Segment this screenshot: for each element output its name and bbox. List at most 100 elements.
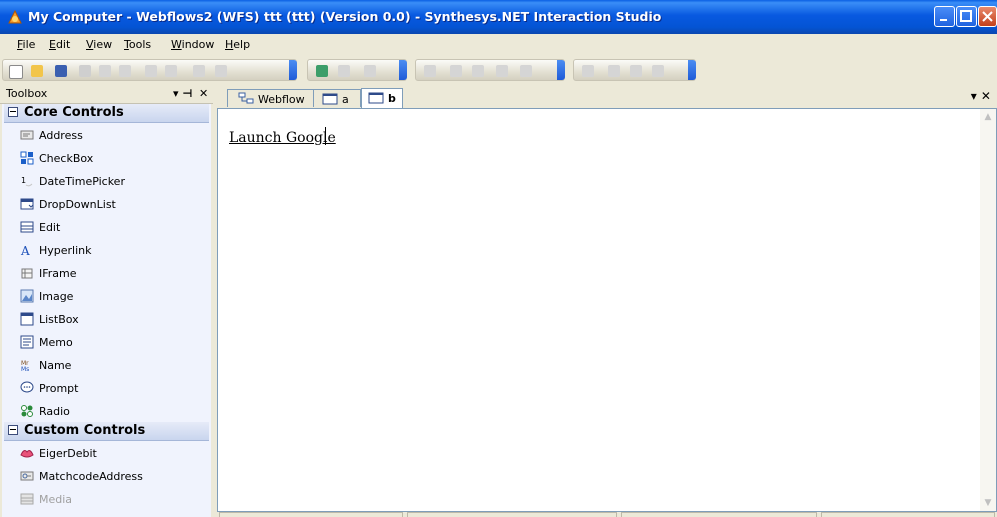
status-strip xyxy=(217,512,997,517)
page-icon xyxy=(322,93,338,105)
toolbox-item-label: CheckBox xyxy=(39,152,94,165)
section-custom-controls[interactable]: Custom Controls xyxy=(4,422,209,441)
toolbar-overflow-icon[interactable] xyxy=(399,60,407,80)
section-core-controls[interactable]: Core Controls xyxy=(4,104,209,123)
maximize-icon xyxy=(960,10,972,22)
check-icon[interactable] xyxy=(472,65,484,77)
section-label: Custom Controls xyxy=(24,423,146,438)
layout-icon[interactable] xyxy=(316,65,328,77)
svg-text:Ms: Ms xyxy=(21,366,29,372)
listbox-icon xyxy=(20,312,34,326)
menu-view[interactable]: View xyxy=(86,38,112,51)
zoom-in-icon[interactable] xyxy=(630,65,642,77)
cut-icon[interactable] xyxy=(79,65,91,77)
open-folder-icon[interactable] xyxy=(31,65,43,77)
tab-a[interactable]: a xyxy=(313,89,361,107)
collapse-icon[interactable] xyxy=(8,425,18,435)
svg-text:1: 1 xyxy=(21,176,26,185)
title-bar: My Computer - Webflows2 (WFS) ttt (ttt) … xyxy=(0,0,997,34)
minimize-button[interactable] xyxy=(934,6,955,27)
section-label: Core Controls xyxy=(24,105,124,120)
toolbox-item-label: MatchcodeAddress xyxy=(39,470,143,483)
debug-toolbar xyxy=(415,59,565,81)
dropdownlist-icon xyxy=(20,198,34,210)
toolbox-pin-icon[interactable]: ▾ ⊣ xyxy=(173,87,192,100)
zoom-out-icon[interactable] xyxy=(652,65,664,77)
refresh-icon[interactable] xyxy=(364,65,376,77)
grid-icon[interactable] xyxy=(608,65,620,77)
toolbar-overflow-icon[interactable] xyxy=(688,60,696,80)
scroll-down-icon[interactable]: ▼ xyxy=(980,495,996,511)
toolbox-panel: Toolbox ▾ ⊣ ✕ Core Controls Address Chec… xyxy=(0,86,217,517)
matchcodeaddress-icon xyxy=(20,471,34,481)
align-icon[interactable] xyxy=(338,65,350,77)
redo-icon[interactable] xyxy=(165,65,177,77)
menu-edit[interactable]: Edit xyxy=(49,38,70,51)
paste-icon[interactable] xyxy=(119,65,131,77)
scroll-up-icon[interactable]: ▲ xyxy=(980,109,996,125)
tab-b[interactable]: b xyxy=(361,88,403,108)
toolbar-overflow-icon[interactable] xyxy=(557,60,565,80)
vertical-scrollbar[interactable]: ▲ ▼ xyxy=(980,109,996,511)
tab-label: a xyxy=(342,93,349,106)
menu-tools[interactable]: Tools xyxy=(124,38,151,51)
document-tabs: Webflow a b ▾ ✕ xyxy=(217,86,997,108)
toolbox-body: Core Controls Address CheckBox 1 DateTim… xyxy=(2,104,211,517)
undo-icon[interactable] xyxy=(145,65,157,77)
toolbox-item-label: Media xyxy=(39,493,73,506)
page-icon xyxy=(368,92,384,104)
tab-label: Webflow xyxy=(258,93,305,106)
datetimepicker-icon: 1 xyxy=(21,176,33,187)
close-icon xyxy=(982,11,993,22)
window-title: My Computer - Webflows2 (WFS) ttt (ttt) … xyxy=(28,9,662,24)
toolbox-item-label: Address xyxy=(39,129,83,142)
view-toolbar xyxy=(573,59,696,81)
launch-google-link[interactable]: Launch Google xyxy=(229,130,336,146)
menu-bar: File Edit View Tools Window Help xyxy=(0,34,997,55)
toolbox-item-label: DateTimePicker xyxy=(39,175,125,188)
maximize-button[interactable] xyxy=(956,6,977,27)
toolbar-overflow-icon[interactable] xyxy=(289,60,297,80)
toolbox-header: Toolbox ▾ ⊣ ✕ xyxy=(0,86,213,104)
build-icon[interactable] xyxy=(424,65,436,77)
radio-icon xyxy=(21,405,33,417)
copy-icon[interactable] xyxy=(99,65,111,77)
status-cell xyxy=(219,512,403,517)
menu-help[interactable]: Help xyxy=(225,38,250,51)
minimize-icon xyxy=(940,19,947,21)
address-icon xyxy=(20,130,34,140)
document-area: Webflow a b ▾ ✕ Launch Google ▲ ▼ xyxy=(217,86,997,517)
undo-change-icon[interactable] xyxy=(496,65,508,77)
prompt-icon xyxy=(20,381,34,393)
toolbox-item-label: DropDownList xyxy=(39,198,116,211)
toolbox-item-label: IFrame xyxy=(39,267,77,280)
toolbar-row xyxy=(0,55,997,87)
toolbox-item-label: Hyperlink xyxy=(39,244,92,257)
toolbox-close-icon[interactable]: ✕ xyxy=(199,87,208,100)
iframe-icon xyxy=(21,268,33,279)
standard-toolbar xyxy=(2,59,297,81)
tab-menu-close-icon[interactable]: ▾ ✕ xyxy=(971,89,991,103)
app-icon xyxy=(8,9,22,24)
menu-window[interactable]: Window xyxy=(171,38,214,51)
close-button[interactable] xyxy=(978,6,997,27)
new-file-icon[interactable] xyxy=(9,65,23,79)
preview-icon[interactable] xyxy=(193,65,205,77)
status-cell xyxy=(407,512,617,517)
checkbox-icon xyxy=(20,151,34,165)
menu-file[interactable]: File xyxy=(17,38,35,51)
toolbox-item-label: ListBox xyxy=(39,313,79,326)
memo-icon xyxy=(20,335,34,349)
status-cell xyxy=(621,512,817,517)
collapse-icon[interactable] xyxy=(8,107,18,117)
design-surface[interactable]: Launch Google ▲ ▼ xyxy=(217,108,997,512)
run-icon[interactable] xyxy=(520,65,532,77)
save-icon[interactable] xyxy=(55,65,67,77)
print-icon[interactable] xyxy=(215,65,227,77)
stop-icon[interactable] xyxy=(582,65,594,77)
validate-icon[interactable] xyxy=(450,65,462,77)
svg-text:A: A xyxy=(20,244,30,257)
eigerdebit-icon xyxy=(20,450,34,458)
toolbox-item-label: EigerDebit xyxy=(39,447,97,460)
tab-webflow[interactable]: Webflow xyxy=(227,89,319,107)
